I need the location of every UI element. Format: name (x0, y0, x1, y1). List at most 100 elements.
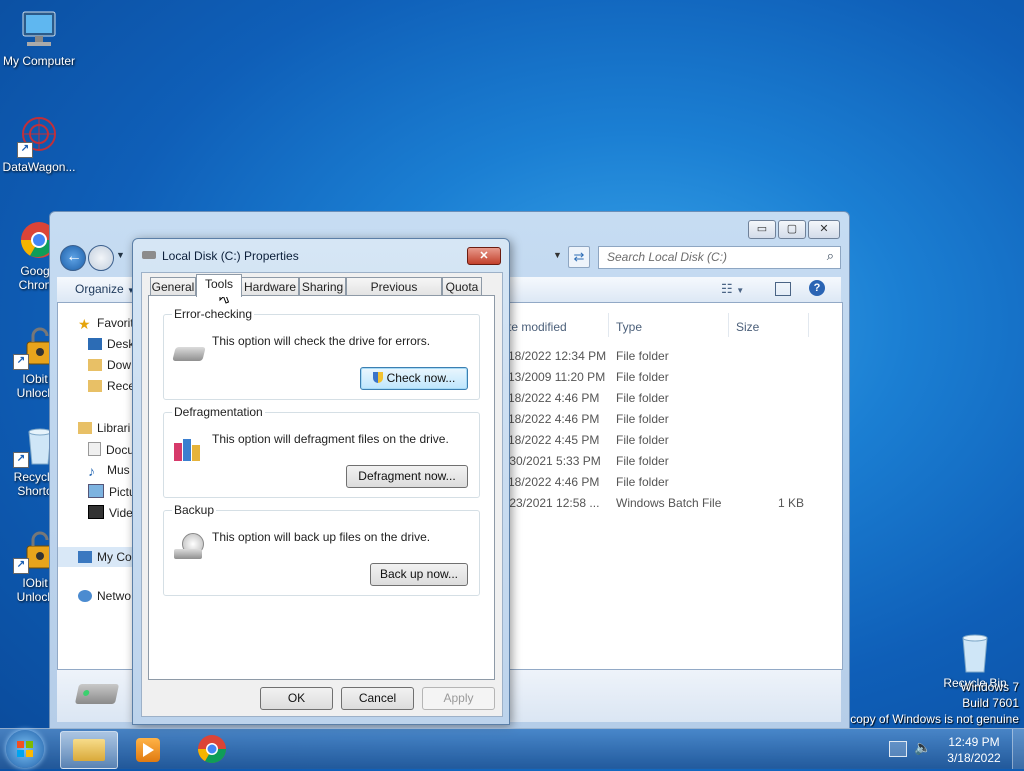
nav-label: Mus (107, 463, 130, 477)
table-row[interactable]: 18/2022 4:46 PM File folder (508, 475, 842, 495)
clock-date: 3/18/2022 (947, 751, 1001, 765)
computer-icon (17, 8, 61, 52)
nav-pictures[interactable]: Pictu (88, 484, 136, 499)
dialog-title: Local Disk (C:) Properties (162, 249, 299, 263)
watermark-genuine: copy of Windows is not genuine (850, 712, 1019, 726)
tab-quota[interactable]: Quota (442, 277, 482, 296)
preview-pane-icon[interactable] (775, 282, 791, 296)
tools-tab-panel: Error-checking This option will check th… (148, 295, 495, 680)
close-button[interactable]: ✕ (808, 220, 840, 239)
close-button[interactable]: ✕ (467, 247, 501, 265)
desktop-icon-label: IObit Unlock (16, 372, 54, 400)
tab-previous-versions[interactable]: Previous Versions (346, 277, 442, 312)
group-title: Backup (172, 503, 217, 517)
show-desktop-button[interactable] (1012, 729, 1024, 769)
drive-icon (74, 684, 120, 704)
pictures-icon (88, 484, 104, 498)
group-title: Defragmentation (172, 405, 265, 419)
taskbar-media-player-button[interactable] (122, 731, 178, 767)
clock[interactable]: 12:49 PM 3/18/2022 (940, 734, 1008, 766)
row-type: File folder (616, 370, 669, 384)
datawagon-icon: ↗ (17, 114, 61, 158)
clock-time: 12:49 PM (948, 735, 1000, 749)
close-icon: ✕ (479, 250, 489, 262)
group-title: Error-checking (172, 307, 255, 321)
watermark-build: Build 7601 (962, 696, 1019, 710)
check-now-button[interactable]: Check now... (360, 367, 468, 390)
tab-general[interactable]: General (150, 277, 196, 296)
minimize-button[interactable]: ▭ (748, 220, 776, 239)
tab-hardware[interactable]: Hardware (241, 277, 299, 296)
organize-label: Organize (75, 282, 124, 296)
shortcut-arrow-icon: ↗ (13, 354, 29, 370)
table-row[interactable]: /23/2021 12:58 ... Windows Batch File 1 … (506, 496, 842, 516)
nav-network[interactable]: Netwo (78, 589, 131, 603)
table-row[interactable]: 18/2022 4:46 PM File folder (508, 412, 842, 432)
recent-pages-chevron-icon[interactable]: ▼ (116, 250, 125, 260)
column-header: te modified Type Size (508, 303, 842, 337)
ok-button[interactable]: OK (260, 687, 333, 710)
maximize-button[interactable]: ▢ (778, 220, 806, 239)
properties-dialog[interactable]: Local Disk (C:) Properties ✕ General Too… (132, 238, 510, 725)
back-button[interactable]: ← (60, 245, 86, 271)
watermark-edition: Windows 7 (960, 680, 1019, 694)
shortcut-arrow-icon: ↗ (17, 142, 33, 158)
documents-icon (88, 442, 101, 456)
column-date-modified[interactable]: te modified (508, 320, 567, 334)
nav-recent[interactable]: Rece (88, 379, 135, 393)
desktop-icon-label: DataWagon... (2, 160, 76, 174)
taskbar-chrome-button[interactable] (184, 731, 240, 767)
volume-tray-icon[interactable]: 🔈 (914, 739, 931, 756)
help-icon[interactable]: ? (809, 280, 825, 296)
address-dropdown-icon[interactable]: ▼ (553, 250, 562, 260)
taskbar-explorer-button[interactable] (60, 731, 118, 769)
cancel-button[interactable]: Cancel (341, 687, 414, 710)
row-date: 18/2022 4:46 PM (508, 475, 600, 489)
recycle-bin-icon (953, 630, 997, 674)
table-row[interactable]: 18/2022 12:34 PM File folder (508, 349, 842, 369)
organize-button[interactable]: Organize ▼ (75, 282, 135, 296)
nav-label: Docu (106, 443, 135, 457)
search-placeholder: Search Local Disk (C:) (607, 250, 728, 264)
start-button[interactable] (6, 730, 44, 768)
tab-sharing[interactable]: Sharing (299, 277, 346, 296)
tab-tools[interactable]: Tools (196, 274, 242, 297)
row-date: 18/2022 4:46 PM (508, 391, 600, 405)
table-row[interactable]: /30/2021 5:33 PM File folder (506, 454, 842, 474)
refresh-button[interactable]: ⇄ (568, 246, 590, 268)
view-options-icon[interactable]: ☷ ▼ (721, 281, 744, 297)
nav-label: Dow (107, 358, 132, 372)
drive-small-icon (142, 251, 156, 259)
folder-icon (73, 739, 105, 761)
row-size: 1 KB (778, 496, 805, 510)
column-size[interactable]: Size (736, 320, 759, 334)
table-row[interactable]: 18/2022 4:45 PM File folder (508, 433, 842, 453)
disk-check-icon (172, 347, 206, 361)
nav-label: My Co (97, 550, 132, 564)
nav-music[interactable]: ♪ Mus (88, 463, 130, 479)
apply-button[interactable]: Apply (422, 687, 495, 710)
nav-desktop[interactable]: Desk (88, 337, 134, 351)
refresh-icon: ⇄ (573, 249, 585, 264)
nav-libraries[interactable]: Librari (78, 421, 130, 435)
defragment-now-button[interactable]: Defragment now... (346, 465, 468, 488)
defragmentation-group: Defragmentation This option will defragm… (163, 405, 480, 498)
search-box[interactable]: Search Local Disk (C:) ⌕ (598, 246, 841, 269)
backup-group: Backup This option will back up files on… (163, 503, 480, 596)
row-date: 18/2022 4:46 PM (508, 412, 600, 426)
nav-videos[interactable]: Vide (88, 505, 133, 520)
desktop-icon-datawagon[interactable]: ↗ DataWagon... (0, 114, 78, 174)
back-up-now-button[interactable]: Back up now... (370, 563, 468, 586)
network-tray-icon[interactable] (889, 741, 907, 757)
table-row[interactable]: 13/2009 11:20 PM File folder (508, 370, 842, 390)
music-icon: ♪ (88, 463, 95, 479)
desktop-icon-my-computer[interactable]: My Computer (0, 8, 78, 68)
row-date: 18/2022 4:45 PM (508, 433, 600, 447)
forward-button[interactable] (88, 245, 114, 271)
nav-documents[interactable]: Docu (88, 442, 134, 457)
table-row[interactable]: 18/2022 4:46 PM File folder (508, 391, 842, 411)
nav-favorites[interactable]: ★ Favorit (78, 316, 134, 332)
nav-downloads[interactable]: Dow (88, 358, 131, 372)
nav-label: Favorit (97, 316, 134, 330)
column-type[interactable]: Type (616, 320, 642, 334)
